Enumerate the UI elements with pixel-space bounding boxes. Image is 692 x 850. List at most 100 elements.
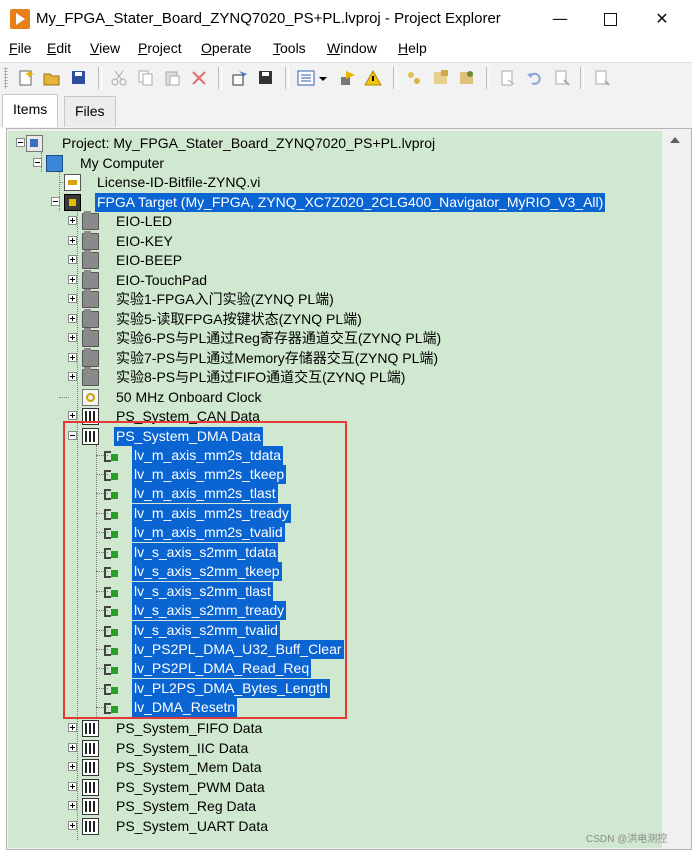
- menu-edit[interactable]: Edit: [47, 40, 71, 56]
- tree-item[interactable]: EIO-LED: [8, 210, 662, 231]
- collapse-icon[interactable]: [16, 137, 25, 147]
- tree-item[interactable]: EIO-BEEP: [8, 249, 662, 270]
- collapse-icon[interactable]: [68, 430, 77, 440]
- tree-item[interactable]: 实验1-FPGA入门实验(ZYNQ PL端): [8, 288, 662, 309]
- open-icon[interactable]: [43, 69, 61, 87]
- io-node-icon: [102, 466, 119, 483]
- expand-icon[interactable]: [68, 371, 77, 381]
- expand-icon[interactable]: [68, 332, 77, 342]
- menu-view[interactable]: View: [90, 40, 120, 56]
- maximize-button[interactable]: [590, 6, 630, 32]
- tree-item[interactable]: 实验8-PS与PL通过FIFO通道交互(ZYNQ PL端): [8, 366, 662, 387]
- menu-tools[interactable]: Tools: [273, 40, 306, 56]
- tree-item[interactable]: PS_System_Reg Data: [8, 797, 662, 816]
- copy-icon[interactable]: [137, 69, 155, 87]
- expand-icon[interactable]: [68, 293, 77, 303]
- expand-icon[interactable]: [68, 800, 77, 810]
- tree-item-label: EIO-KEY: [116, 232, 173, 249]
- tree-item[interactable]: lv_m_axis_mm2s_tvalid: [8, 523, 662, 543]
- clock-icon: [82, 388, 99, 406]
- tree-item[interactable]: My Computer: [8, 154, 662, 173]
- tree-item[interactable]: PS_System_Mem Data: [8, 758, 662, 777]
- expand-icon[interactable]: [68, 820, 77, 830]
- vi-icon[interactable]: [432, 69, 450, 87]
- tree-item[interactable]: 实验5-读取FPGA按键状态(ZYNQ PL端): [8, 308, 662, 329]
- paste-icon[interactable]: [163, 69, 181, 87]
- tree-item[interactable]: PS_System_DMA Data: [8, 426, 662, 446]
- tab-items[interactable]: Items: [2, 94, 59, 127]
- expand-icon[interactable]: [68, 274, 77, 284]
- redo-icon[interactable]: [553, 69, 571, 87]
- save-all-icon[interactable]: [70, 69, 88, 87]
- expand-icon[interactable]: [68, 215, 77, 225]
- expand-icon[interactable]: [68, 235, 77, 245]
- tree-item[interactable]: lv_s_axis_s2mm_tdata: [8, 542, 662, 562]
- expand-icon[interactable]: [68, 410, 77, 420]
- save-build-icon[interactable]: [257, 69, 275, 87]
- menu-project[interactable]: Project: [138, 40, 182, 56]
- minimize-button[interactable]: —: [540, 6, 580, 32]
- expand-icon[interactable]: [68, 352, 77, 362]
- tree-item[interactable]: lv_DMA_Resetn: [8, 698, 662, 718]
- tree-item[interactable]: lv_m_axis_mm2s_tkeep: [8, 464, 662, 484]
- collapse-icon[interactable]: [51, 196, 60, 206]
- tree-item-label: 50 MHz Onboard Clock: [116, 388, 262, 405]
- tree-item[interactable]: Project: My_FPGA_Stater_Board_ZYNQ7020_P…: [8, 134, 662, 153]
- tree-item[interactable]: 实验7-PS与PL通过Memory存储器交互(ZYNQ PL端): [8, 347, 662, 368]
- view-options-icon[interactable]: [297, 69, 315, 87]
- expand-icon[interactable]: [68, 722, 77, 732]
- open-file-icon[interactable]: [499, 69, 517, 87]
- expand-icon[interactable]: [68, 761, 77, 771]
- tree-item[interactable]: EIO-TouchPad: [8, 269, 662, 290]
- library-icon[interactable]: [458, 69, 476, 87]
- deploy-icon[interactable]: [339, 69, 357, 87]
- toolbar-separator: [486, 67, 490, 89]
- warning-icon[interactable]: [364, 69, 382, 87]
- delete-icon[interactable]: [190, 69, 208, 87]
- menu-window[interactable]: Window: [327, 40, 377, 56]
- tree-item[interactable]: PS_System_PWM Data: [8, 778, 662, 797]
- tree-item[interactable]: 50 MHz Onboard Clock: [8, 388, 662, 407]
- menu-help[interactable]: Help: [398, 40, 427, 56]
- menu-operate[interactable]: Operate: [201, 40, 252, 56]
- tree-item[interactable]: EIO-KEY: [8, 230, 662, 251]
- tree-item[interactable]: 实验6-PS与PL通过Reg寄存器通道交互(ZYNQ PL端): [8, 327, 662, 348]
- new-icon[interactable]: [17, 69, 35, 87]
- collapse-icon[interactable]: [33, 157, 42, 167]
- tree-item[interactable]: lv_m_axis_mm2s_tlast: [8, 484, 662, 504]
- project-tree[interactable]: Project: My_FPGA_Stater_Board_ZYNQ7020_P…: [8, 131, 662, 848]
- tree-item[interactable]: lv_s_axis_s2mm_tlast: [8, 581, 662, 601]
- tab-files[interactable]: Files: [64, 96, 116, 127]
- expand-icon[interactable]: [68, 781, 77, 791]
- tree-item[interactable]: lv_s_axis_s2mm_tvalid: [8, 620, 662, 640]
- tree-item[interactable]: FPGA Target (My_FPGA, ZYNQ_XC7Z020_2CLG4…: [8, 192, 662, 212]
- vertical-scrollbar[interactable]: [663, 131, 687, 848]
- close-button[interactable]: ✕: [642, 6, 682, 32]
- tree-item[interactable]: PS_System_IIC Data: [8, 739, 662, 758]
- expand-icon[interactable]: [68, 313, 77, 323]
- tree-item[interactable]: lv_PL2PS_DMA_Bytes_Length: [8, 678, 662, 698]
- help-icon[interactable]: [593, 69, 611, 87]
- undo-icon[interactable]: [526, 69, 544, 87]
- expand-icon[interactable]: [68, 254, 77, 264]
- tree-item[interactable]: lv_m_axis_mm2s_tready: [8, 503, 662, 523]
- tree-item[interactable]: lv_s_axis_s2mm_tkeep: [8, 562, 662, 582]
- tree-item[interactable]: PS_System_FIFO Data: [8, 719, 662, 738]
- tree-item[interactable]: lv_m_axis_mm2s_tdata: [8, 445, 662, 465]
- menu-file[interactable]: File: [9, 40, 32, 56]
- toolbar-separator: [218, 67, 222, 89]
- tree-item[interactable]: lv_PS2PL_DMA_Read_Req: [8, 659, 662, 679]
- tree-item[interactable]: lv_PS2PL_DMA_U32_Buff_Clear: [8, 640, 662, 659]
- cut-icon[interactable]: [110, 69, 128, 87]
- scroll-up-arrow-icon[interactable]: [670, 137, 680, 143]
- tree-item[interactable]: lv_s_axis_s2mm_tready: [8, 601, 662, 621]
- build-icon[interactable]: [231, 69, 249, 87]
- dropdown-arrow-icon[interactable]: [318, 69, 328, 87]
- properties-icon[interactable]: [405, 69, 423, 87]
- tree-item[interactable]: License-ID-Bitfile-ZYNQ.vi: [8, 173, 662, 192]
- toolbar: [0, 62, 692, 94]
- tree-item[interactable]: PS_System_UART Data: [8, 817, 662, 836]
- toolbar-grip[interactable]: [4, 67, 8, 89]
- expand-icon[interactable]: [68, 742, 77, 752]
- tree-item[interactable]: PS_System_CAN Data: [8, 407, 662, 426]
